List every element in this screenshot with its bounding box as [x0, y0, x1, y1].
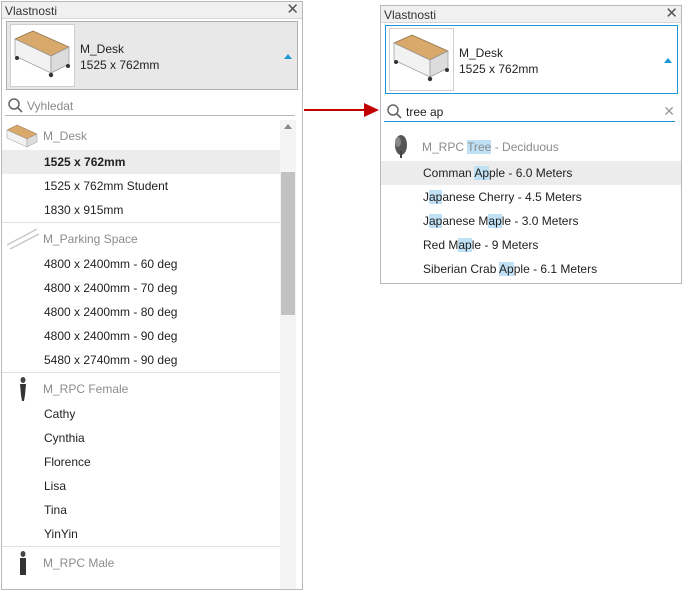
list-item[interactable]: 1525 x 762mm	[2, 150, 280, 174]
rpc-male-icon	[20, 551, 26, 575]
list-item[interactable]: Japanese Maple - 3.0 Meters	[381, 209, 681, 233]
clear-search-icon[interactable]: ✕	[663, 102, 675, 120]
group-header: M_Parking Space	[2, 222, 280, 252]
list-item[interactable]: 4800 x 2400mm - 80 deg	[2, 300, 280, 324]
list-item[interactable]: Cathy	[2, 402, 280, 426]
item-text: Red M	[423, 238, 459, 252]
search-input[interactable]	[406, 103, 656, 120]
scrollbar[interactable]	[280, 120, 296, 589]
group-header: M_RPC Female	[2, 372, 280, 402]
group-label: M_Parking Space	[43, 232, 138, 246]
group-label: M_Desk	[43, 129, 88, 143]
list-item[interactable]: 4800 x 2400mm - 90 deg	[2, 324, 280, 348]
tree-icon	[395, 135, 407, 158]
list-item[interactable]: Red Maple - 9 Meters	[381, 233, 681, 257]
match-highlight: ap	[429, 190, 443, 204]
group-label: M_RPC Tree - Deciduous	[422, 140, 559, 154]
item-text: Siberian Crab	[423, 262, 500, 276]
type-size: 1525 x 762mm	[459, 62, 539, 76]
list-item[interactable]: Japanese Cherry - 4.5 Meters	[381, 185, 681, 209]
search-results-list: M_RPC Tree - Deciduous Comman Apple - 6.…	[381, 131, 681, 281]
item-text: anese M	[442, 214, 489, 228]
list-item[interactable]: Tina	[2, 498, 280, 522]
type-list: M_Desk 1525 x 762mm 1525 x 762mm Student 18…	[2, 120, 280, 576]
desk-thumbnail	[389, 28, 454, 91]
type-selector[interactable]: M_Desk 1525 x 762mm	[6, 21, 298, 90]
group-label: M_RPC Female	[43, 382, 129, 396]
type-selector[interactable]: M_Desk 1525 x 762mm	[385, 25, 678, 94]
item-text: le - 9 Meters	[471, 238, 539, 252]
close-icon[interactable]: ✕	[665, 6, 678, 22]
match-highlight: ap	[488, 214, 502, 228]
group-header: M_RPC Tree - Deciduous	[381, 131, 681, 161]
item-text: ple - 6.1 Meters	[513, 262, 598, 276]
type-size: 1525 x 762mm	[80, 58, 160, 72]
panel-title: Vlastnosti	[5, 4, 58, 18]
match-highlight: Ap	[499, 262, 514, 276]
list-item[interactable]: 5480 x 2740mm - 90 deg	[2, 348, 280, 372]
search-icon	[8, 98, 23, 113]
desk-thumbnail	[10, 24, 75, 87]
list-item[interactable]: Lisa	[2, 474, 280, 498]
group-label: M_RPC Male	[43, 556, 115, 570]
item-text: ple - 6.0 Meters	[489, 166, 573, 180]
scroll-thumb[interactable]	[281, 172, 295, 315]
desk-icon	[6, 124, 38, 148]
list-item[interactable]: 4800 x 2400mm - 70 deg	[2, 276, 280, 300]
list-item[interactable]: 1830 x 915mm	[2, 198, 280, 222]
search-box	[5, 96, 295, 116]
item-text: Comman	[423, 166, 475, 180]
match-highlight: Tree	[467, 140, 492, 154]
item-text: anese Cherry - 4.5 Meters	[442, 190, 582, 204]
match-highlight: ap	[429, 214, 443, 228]
close-icon[interactable]: ✕	[286, 2, 299, 18]
search-box: ✕	[384, 102, 675, 122]
type-name: M_Desk	[80, 42, 125, 56]
list-item[interactable]: 4800 x 2400mm - 60 deg	[2, 252, 280, 276]
group-header: M_Desk	[2, 120, 280, 150]
list-item[interactable]: Florence	[2, 450, 280, 474]
item-text: le - 3.0 Meters	[501, 214, 579, 228]
match-highlight: ap	[458, 238, 472, 252]
list-item[interactable]: YinYin	[2, 522, 280, 546]
list-item[interactable]: Comman Apple - 6.0 Meters	[381, 161, 681, 185]
list-item[interactable]: Siberian Crab Apple - 6.1 Meters	[381, 257, 681, 281]
dropdown-arrow-icon[interactable]	[284, 54, 292, 59]
match-highlight: Ap	[474, 166, 490, 180]
group-header: M_RPC Male	[2, 546, 280, 576]
panel-titlebar: Vlastnosti ✕	[381, 6, 681, 23]
properties-panel-left: Vlastnosti ✕ M_Desk 1525 x 762mm M_Desk 1…	[1, 1, 303, 590]
parking-space-icon	[6, 228, 39, 250]
search-input[interactable]	[27, 97, 277, 114]
group-prefix: M_RPC	[422, 140, 468, 154]
panel-title: Vlastnosti	[384, 8, 437, 22]
search-icon	[387, 104, 402, 119]
properties-panel-right: Vlastnosti ✕ M_Desk 1525 x 762mm ✕	[380, 5, 682, 284]
right-arrow-icon	[304, 103, 379, 117]
list-item[interactable]: Cynthia	[2, 426, 280, 450]
dropdown-arrow-icon[interactable]	[664, 58, 672, 63]
list-item[interactable]: 1525 x 762mm Student	[2, 174, 280, 198]
panel-titlebar: Vlastnosti ✕	[2, 2, 302, 19]
scroll-up-icon[interactable]	[284, 124, 292, 129]
group-suffix: - Deciduous	[491, 140, 559, 154]
type-name: M_Desk	[459, 46, 504, 60]
rpc-female-icon	[20, 377, 26, 401]
